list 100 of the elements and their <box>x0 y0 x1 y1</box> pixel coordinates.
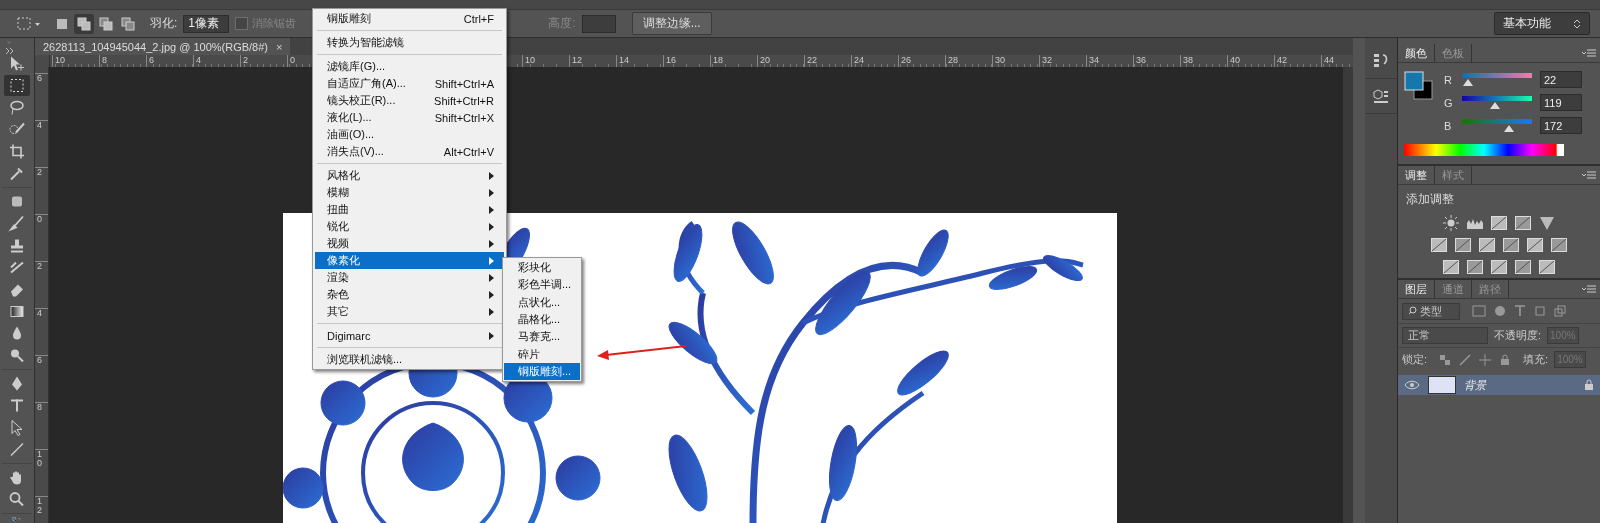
menu-item[interactable]: 马赛克... <box>504 328 580 346</box>
menu-item-label: 风格化 <box>327 168 360 183</box>
lock-label: 锁定: <box>1402 352 1428 367</box>
adjustment-filter-icon[interactable] <box>1494 305 1506 317</box>
menu-item[interactable]: 自适应广角(A)... Shift+Ctrl+A <box>315 75 504 92</box>
menu-item[interactable]: 消失点(V)... Alt+Ctrl+V <box>315 143 504 160</box>
ruler-label: 26 <box>901 55 911 65</box>
shortcut-label: Ctrl+F <box>463 12 494 25</box>
channel-value-field[interactable]: 119 <box>1540 94 1582 111</box>
slider-thumb[interactable] <box>1504 125 1515 132</box>
color-swatches-icon[interactable] <box>1404 71 1434 101</box>
shortcut-label: Shift+Ctrl+A <box>434 77 494 90</box>
color-spectrum[interactable] <box>1404 144 1564 156</box>
layer-name: 背景 <box>1464 377 1486 393</box>
menu-item-label: 铜版雕刻 <box>327 11 371 26</box>
vertical-scrollbar[interactable] <box>1343 67 1353 523</box>
layer-row[interactable]: 背景 <box>1398 375 1600 395</box>
slider-thumb[interactable] <box>1463 79 1473 86</box>
menu-item[interactable]: 其它 <box>315 303 504 320</box>
submenu-arrow-icon <box>489 331 494 340</box>
menu-item-label: 转换为智能滤镜 <box>327 35 404 50</box>
selection-mode-icon[interactable] <box>74 13 94 34</box>
menu-item-label: 其它 <box>327 304 349 319</box>
menu-item-label: 镜头校正(R)... <box>327 93 396 108</box>
menu-item[interactable]: 彩块化 <box>504 259 580 277</box>
add-adjustment-label: 添加调整 <box>1405 191 1455 208</box>
vibrance-icon[interactable] <box>1538 215 1556 231</box>
menu-item[interactable]: 铜版雕刻... <box>504 362 580 381</box>
menu-item-label: 渲染 <box>327 270 349 285</box>
menu-item[interactable]: Digimarc <box>315 327 504 344</box>
ruler-label: 2 <box>37 168 42 177</box>
menu-item[interactable]: 铜版雕刻 Ctrl+F <box>315 10 504 27</box>
menu-item[interactable]: 视频 <box>315 235 504 252</box>
refine-edge-button[interactable]: 调整边缘... <box>631 12 712 35</box>
menu-item-label: 杂色 <box>327 287 349 302</box>
menu-item-label: 模糊 <box>327 185 349 200</box>
menu-item[interactable]: 渲染 <box>315 269 504 286</box>
menu-item[interactable]: 镜头校正(R)... Shift+Ctrl+R <box>315 92 504 109</box>
menu-item-label: Digimarc <box>327 329 371 342</box>
ruler-label: 24 <box>854 55 864 65</box>
menu-item[interactable]: 扭曲 <box>315 201 504 218</box>
ruler-label: 4 <box>37 121 42 130</box>
ruler-label: 32 <box>1042 55 1052 65</box>
ruler-label: 42 <box>1277 55 1287 65</box>
menu-item-label: 油画(O)... <box>327 127 375 142</box>
search-icon <box>1408 305 1417 315</box>
menu-item[interactable]: 浏览联机滤镜... <box>315 351 504 368</box>
marquee-tool-icon[interactable] <box>4 75 30 96</box>
menu-item-label: 浏览联机滤镜... <box>327 352 403 367</box>
menu-item[interactable]: 点状化... <box>504 293 580 311</box>
expand-icon[interactable] <box>5 47 15 55</box>
layer-filter-dropdown[interactable]: 类型 <box>1402 302 1460 320</box>
ruler-label: 18 <box>713 55 723 65</box>
menu-item[interactable]: 彩色半调... <box>504 276 580 294</box>
workspace-dropdown[interactable]: 基本功能 <box>1494 12 1590 35</box>
ruler-label: 16 <box>666 55 676 65</box>
channel-value-field[interactable]: 22 <box>1540 71 1582 88</box>
close-tab-button[interactable]: × <box>276 40 283 53</box>
menu-item[interactable]: 滤镜库(G)... <box>315 58 504 75</box>
ruler-label: 28 <box>948 55 958 65</box>
menu-item-label: 扭曲 <box>327 202 349 217</box>
menu-item[interactable]: 风格化 <box>315 167 504 184</box>
ruler-label: 36 <box>1136 55 1146 65</box>
ruler-label: 2 <box>243 55 248 65</box>
channel-label: B <box>1444 119 1453 132</box>
ruler-label: 8 <box>102 55 107 65</box>
menu-item[interactable]: 转换为智能滤镜 <box>315 34 504 51</box>
slider-thumb[interactable] <box>1489 102 1500 109</box>
menu-item[interactable]: 碎片 <box>504 345 580 363</box>
height-field[interactable] <box>581 14 616 33</box>
channel-value-field[interactable]: 172 <box>1540 117 1582 134</box>
panel-menu-icon[interactable] <box>1582 48 1596 58</box>
menu-item[interactable]: 晶格化... <box>504 310 580 329</box>
blend-mode-dropdown[interactable]: 正常 <box>1402 327 1488 344</box>
lock-pixels-icon[interactable] <box>1439 353 1452 366</box>
shortcut-label: Shift+Ctrl+X <box>434 111 494 124</box>
menu-item[interactable]: 液化(L)... Shift+Ctrl+X <box>315 109 504 126</box>
ruler-label: 10 <box>55 55 65 65</box>
menu-item[interactable]: 油画(O)... <box>315 126 504 143</box>
menu-item[interactable]: 像素化 <box>315 252 504 269</box>
layer-thumbnail <box>1428 376 1456 394</box>
ruler-label: 34 <box>1089 55 1099 65</box>
panel-menu-icon[interactable] <box>1582 170 1596 180</box>
channel-label: R <box>1444 73 1453 86</box>
panel-menu-icon[interactable] <box>1582 284 1596 294</box>
menu-item[interactable]: 杂色 <box>315 286 504 303</box>
feather-field[interactable]: 1像素 <box>183 14 230 33</box>
fill-label: 填充: <box>1523 352 1549 367</box>
lock-icon[interactable] <box>1499 353 1512 366</box>
ruler-label: 38 <box>1183 55 1193 65</box>
eye-icon[interactable] <box>1404 379 1420 391</box>
ruler-label: 0 <box>290 55 295 65</box>
menu-item[interactable]: 模糊 <box>315 184 504 201</box>
document-title: 2628113_104945044_2.jpg @ 100%(RGB/8#) <box>43 40 269 53</box>
ruler-label: 10 <box>37 450 42 468</box>
ruler-label: 4 <box>37 309 42 318</box>
document-tab[interactable]: 2628113_104945044_2.jpg @ 100%(RGB/8#) × <box>35 38 291 55</box>
menu-item[interactable]: 锐化 <box>315 218 504 235</box>
brightness-icon[interactable] <box>1442 215 1460 231</box>
menu-item-label: 视频 <box>327 236 349 251</box>
